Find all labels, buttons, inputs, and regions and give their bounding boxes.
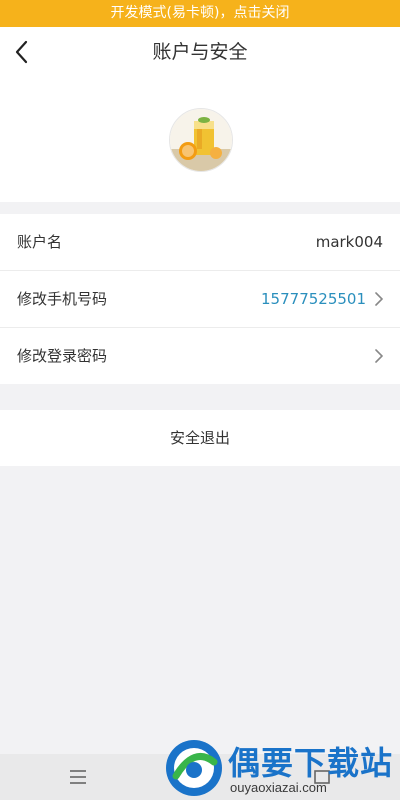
account-name-value: mark004 — [315, 233, 383, 251]
change-phone-label: 修改手机号码 — [17, 290, 108, 308]
settings-list: 账户名 mark004 修改手机号码 15777525501 修改登录密码 — [0, 214, 400, 384]
dev-mode-banner[interactable]: 开发模式(易卡顿)，点击关闭 — [0, 0, 400, 27]
avatar-section — [0, 77, 400, 202]
chevron-right-icon — [375, 349, 383, 363]
account-security-page: 开发模式(易卡顿)，点击关闭 账户与安全 账户名 mark004 修改手机号码 … — [0, 0, 400, 800]
watermark-url: ouyaoxiazai.com — [230, 780, 327, 795]
site-watermark: 偶要下载站 ouyaoxiazai.com — [160, 736, 400, 800]
change-password-label: 修改登录密码 — [17, 347, 108, 365]
account-name-row: 账户名 mark004 — [0, 214, 400, 271]
phone-number-value: 15777525501 — [261, 290, 366, 308]
chevron-right-icon — [375, 292, 383, 306]
watermark-logo-icon — [166, 740, 222, 796]
change-password-row[interactable]: 修改登录密码 — [0, 328, 400, 384]
page-title: 账户与安全 — [152, 41, 248, 63]
watermark-brand: 偶要下载站 — [228, 744, 394, 782]
change-phone-row[interactable]: 修改手机号码 15777525501 — [0, 271, 400, 328]
account-name-label: 账户名 — [17, 233, 63, 251]
avatar[interactable] — [169, 108, 233, 172]
logout-button[interactable]: 安全退出 — [0, 410, 400, 466]
avatar-image — [170, 109, 232, 171]
menu-icon[interactable] — [68, 767, 88, 787]
header-bar: 账户与安全 — [0, 27, 400, 77]
